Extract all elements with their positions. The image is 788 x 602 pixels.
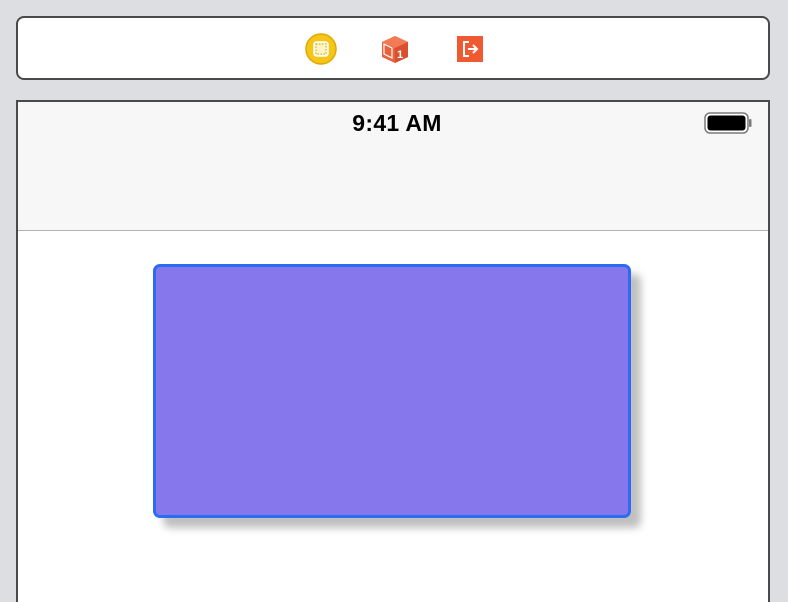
battery-icon — [704, 112, 752, 134]
selected-purple-view[interactable] — [153, 264, 631, 518]
first-responder-icon[interactable]: 1 — [379, 33, 411, 65]
navigation-bar: 9:41 AM — [18, 102, 768, 231]
view-controller-icon[interactable] — [305, 33, 337, 65]
svg-text:1: 1 — [397, 49, 403, 61]
device-frame: 9:41 AM — [16, 100, 770, 602]
scene-dock: 1 — [16, 16, 770, 80]
status-bar-time: 9:41 AM — [352, 110, 442, 136]
exit-icon[interactable] — [454, 33, 486, 65]
